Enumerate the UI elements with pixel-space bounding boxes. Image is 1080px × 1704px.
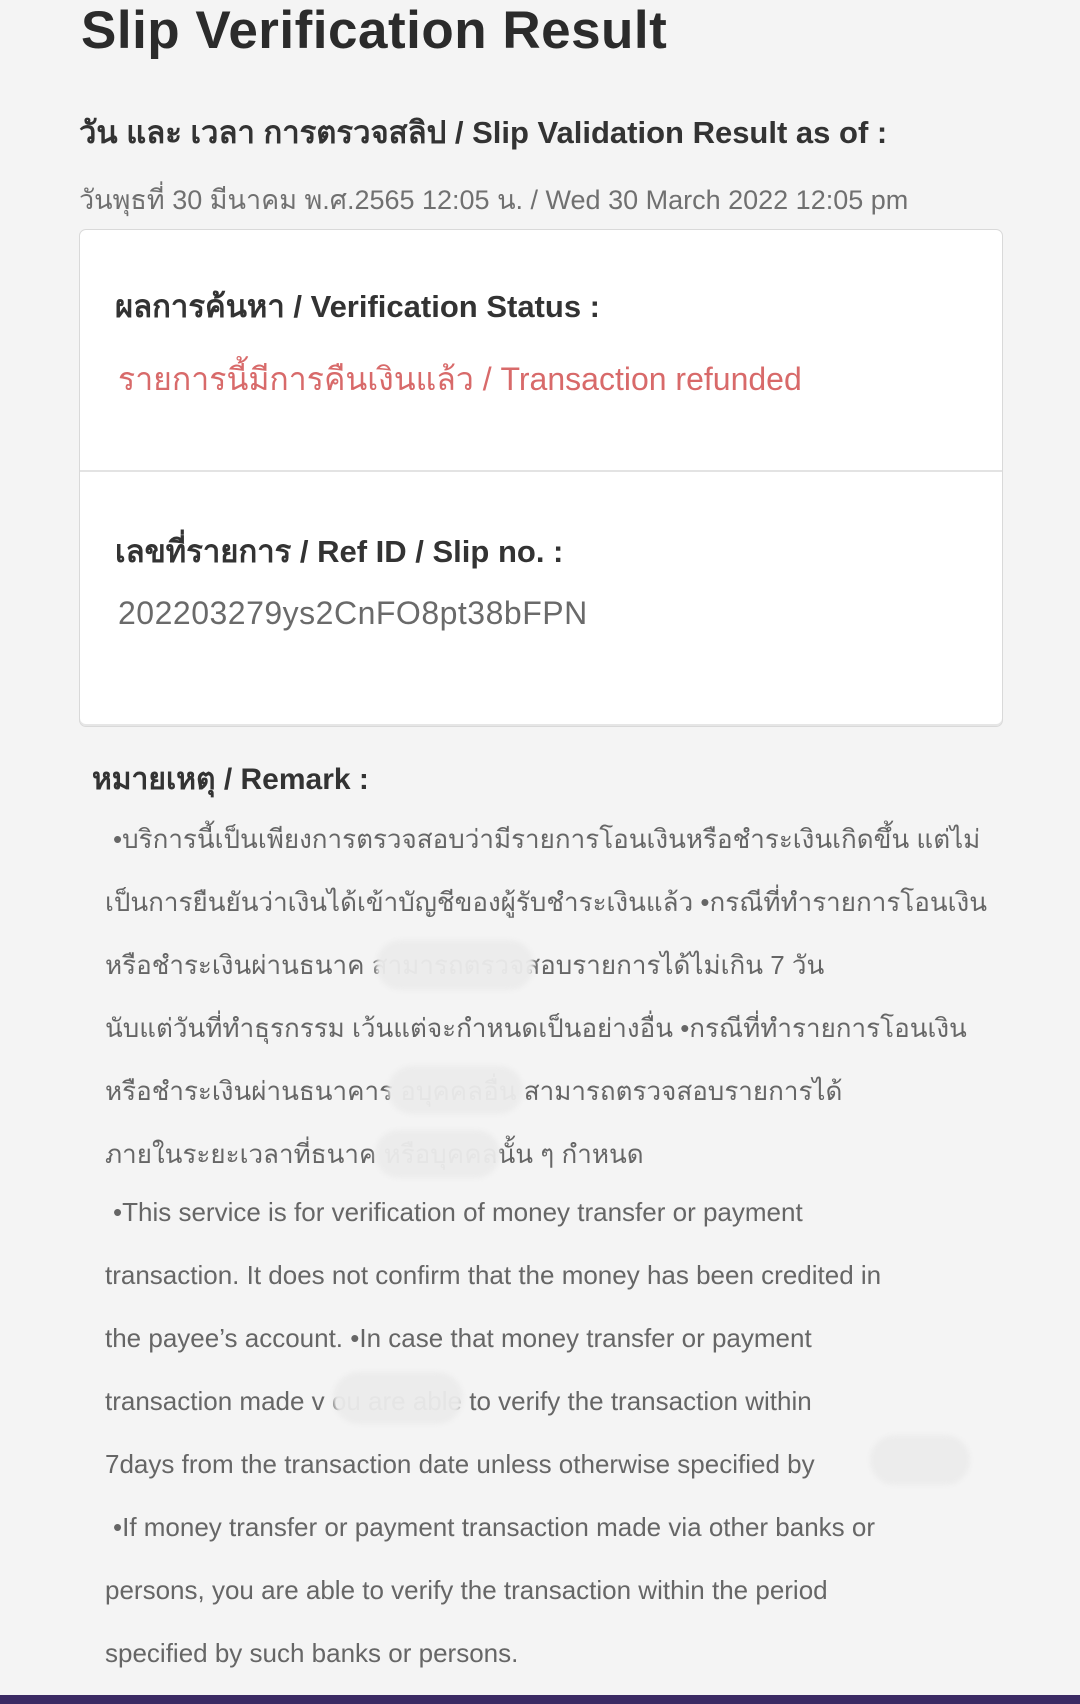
- redaction-smudge: [388, 1066, 523, 1114]
- verification-status-label: ผลการค้นหา / Verification Status :: [115, 289, 600, 324]
- remark-line: •บริการนี้เป็นเพียงการตรวจสอบว่ามีรายการ…: [113, 824, 981, 854]
- validation-date-label: วัน และ เวลา การตรวจสลิป / Slip Validati…: [79, 115, 888, 150]
- remark-line: •If money transfer or payment transactio…: [113, 1512, 876, 1542]
- verification-status-section: ผลการค้นหา / Verification Status : รายกา…: [80, 230, 1002, 472]
- bottom-bar: [0, 1695, 1080, 1704]
- ref-id-section: เลขที่รายการ / Ref ID / Slip no. : 20220…: [80, 470, 1002, 726]
- remark-line: the payee’s account. •In case that money…: [105, 1323, 812, 1353]
- page-title: Slip Verification Result: [81, 1, 668, 60]
- remark-line: นับแต่วันที่ทำธุรกรรม เว้นแต่จะกำหนดเป็น…: [105, 1013, 967, 1043]
- result-card: ผลการค้นหา / Verification Status : รายกา…: [79, 229, 1003, 727]
- remark-line: 7days from the transaction date unless o…: [105, 1449, 815, 1479]
- remark-label: หมายเหตุ / Remark :: [92, 763, 369, 796]
- redaction-smudge: [333, 1372, 463, 1424]
- validation-date-value: วันพุธที่ 30 มีนาคม พ.ศ.2565 12:05 น. / …: [79, 185, 909, 215]
- remark-line: specified by such banks or persons.: [105, 1638, 519, 1668]
- redaction-smudge: [376, 940, 534, 990]
- redaction-smudge: [375, 1130, 500, 1178]
- remark-line: •This service is for verification of mon…: [113, 1197, 803, 1227]
- remark-line: เป็นการยืนยันว่าเงินได้เข้าบัญชีของผู้รั…: [105, 887, 988, 917]
- verification-status-value: รายการนี้มีการคืนเงินแล้ว / Transaction …: [118, 361, 802, 397]
- ref-id-value: 202203279ys2CnFO8pt38bFPN: [118, 595, 588, 631]
- ref-id-label: เลขที่รายการ / Ref ID / Slip no. :: [115, 534, 564, 569]
- remark-line: persons, you are able to verify the tran…: [105, 1575, 828, 1605]
- redaction-smudge: [870, 1435, 970, 1485]
- remark-line: transaction. It does not confirm that th…: [105, 1260, 882, 1290]
